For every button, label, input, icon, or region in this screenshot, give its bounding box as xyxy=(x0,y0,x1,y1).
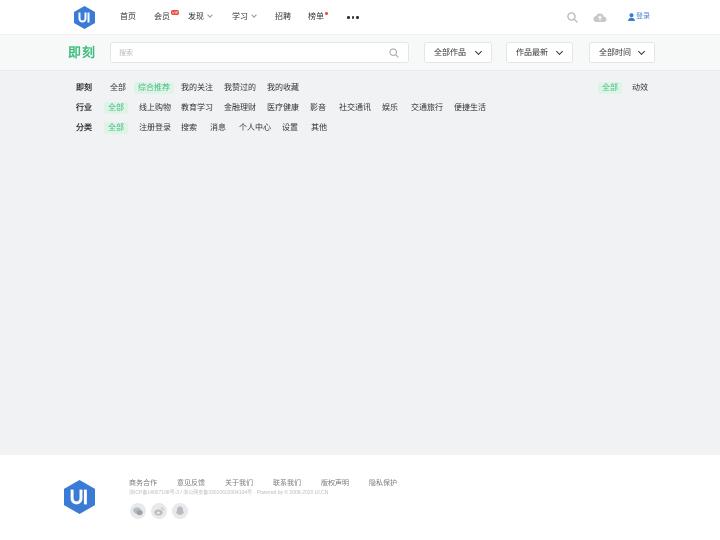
footer xyxy=(0,455,720,540)
nav-home[interactable]: 首页 xyxy=(120,12,136,22)
filter-chip-active[interactable]: 综合推荐 xyxy=(134,82,174,94)
footer-link-contact[interactable]: 联系我们 xyxy=(273,479,301,488)
nav-discover[interactable]: 发现 xyxy=(188,12,213,22)
filter-chip-active[interactable]: 全部 xyxy=(104,122,128,134)
ui-logo[interactable] xyxy=(74,6,95,29)
login-label: 登录 xyxy=(636,13,650,20)
filter-chip[interactable]: 交通旅行 xyxy=(411,102,443,114)
nav-vip[interactable]: 会员 xyxy=(154,12,170,22)
chevron-down-icon xyxy=(474,47,483,56)
filter-row-label: 即刻 xyxy=(76,83,92,92)
login-button[interactable]: 登录 xyxy=(628,12,650,22)
filter-chip[interactable]: 金融理财 xyxy=(224,102,256,114)
filter-chip[interactable]: 社交通讯 xyxy=(339,102,371,114)
user-icon xyxy=(628,13,635,21)
nav-learn[interactable]: 学习 xyxy=(232,12,257,22)
filter-row-label: 行业 xyxy=(76,103,92,112)
weibo-icon xyxy=(154,507,164,515)
more-icon[interactable] xyxy=(347,16,359,19)
nav-discover-label: 发现 xyxy=(188,12,204,21)
search-input[interactable] xyxy=(119,47,379,59)
search-icon[interactable] xyxy=(389,48,399,58)
filter-chip[interactable]: 娱乐 xyxy=(382,102,398,114)
footer-link-business[interactable]: 商务合作 xyxy=(129,479,157,488)
search-icon[interactable] xyxy=(567,12,578,23)
footer-link-about[interactable]: 关于我们 xyxy=(225,479,253,488)
chevron-down-icon xyxy=(555,47,564,56)
nav-jobs[interactable]: 招聘 xyxy=(275,12,291,22)
qq-button[interactable] xyxy=(172,503,188,519)
filter-chip[interactable]: 医疗健康 xyxy=(267,102,299,114)
filter-chip[interactable]: 影音 xyxy=(310,102,326,114)
time-dropdown-label: 全部时间 xyxy=(599,48,631,57)
page-title: 即刻 xyxy=(68,45,97,60)
footer-link-copyright[interactable]: 版权声明 xyxy=(321,479,349,488)
wechat-button[interactable] xyxy=(130,503,146,519)
filter-row-label: 分类 xyxy=(76,123,92,132)
nav-rankings[interactable]: 榜单 xyxy=(308,12,324,22)
filter-chip[interactable]: 全部 xyxy=(110,82,126,94)
filter-chip[interactable]: 其他 xyxy=(311,122,327,134)
weibo-button[interactable] xyxy=(151,503,167,519)
search-box[interactable] xyxy=(110,42,409,63)
filter-chip[interactable]: 我赞过的 xyxy=(224,82,256,94)
filter-chip[interactable]: 注册登录 xyxy=(139,122,171,134)
filter-chip-active[interactable]: 全部 xyxy=(598,82,622,94)
chevron-down-icon xyxy=(637,47,646,56)
filter-chip[interactable]: 便捷生活 xyxy=(454,102,486,114)
filter-chip[interactable]: 消息 xyxy=(210,122,226,134)
sort-dropdown[interactable]: 作品最新 xyxy=(506,42,573,63)
ui-logo[interactable] xyxy=(64,480,95,514)
copyright-text: 浙ICP备14007108号-3 / 浙公网安备33010602004104号 … xyxy=(129,490,329,496)
top-nav xyxy=(0,0,720,35)
qq-icon xyxy=(176,506,184,515)
nav-learn-label: 学习 xyxy=(232,12,248,21)
cloud-upload-icon[interactable] xyxy=(593,12,607,23)
works-dropdown[interactable]: 全部作品 xyxy=(424,42,492,63)
footer-link-privacy[interactable]: 隐私保护 xyxy=(369,479,397,488)
works-dropdown-label: 全部作品 xyxy=(434,48,466,57)
chevron-down-icon xyxy=(251,12,257,18)
sort-dropdown-label: 作品最新 xyxy=(516,48,548,57)
filter-chip[interactable]: 我的收藏 xyxy=(267,82,299,94)
filter-chip[interactable]: 教育学习 xyxy=(181,102,213,114)
vip-badge: VIP xyxy=(171,10,180,15)
filter-chip[interactable]: 动效 xyxy=(632,82,648,94)
filter-chip-active[interactable]: 全部 xyxy=(104,102,128,114)
wechat-icon xyxy=(133,506,143,515)
filter-chip[interactable]: 线上购物 xyxy=(139,102,171,114)
rankings-dot xyxy=(325,12,328,15)
time-dropdown[interactable]: 全部时间 xyxy=(589,42,655,63)
filter-chip[interactable]: 搜索 xyxy=(181,122,197,134)
footer-link-feedback[interactable]: 意见反馈 xyxy=(177,479,205,488)
filter-chip[interactable]: 个人中心 xyxy=(239,122,271,134)
filter-chip[interactable]: 我的关注 xyxy=(181,82,213,94)
chevron-down-icon xyxy=(207,12,213,18)
filter-chip[interactable]: 设置 xyxy=(282,122,298,134)
